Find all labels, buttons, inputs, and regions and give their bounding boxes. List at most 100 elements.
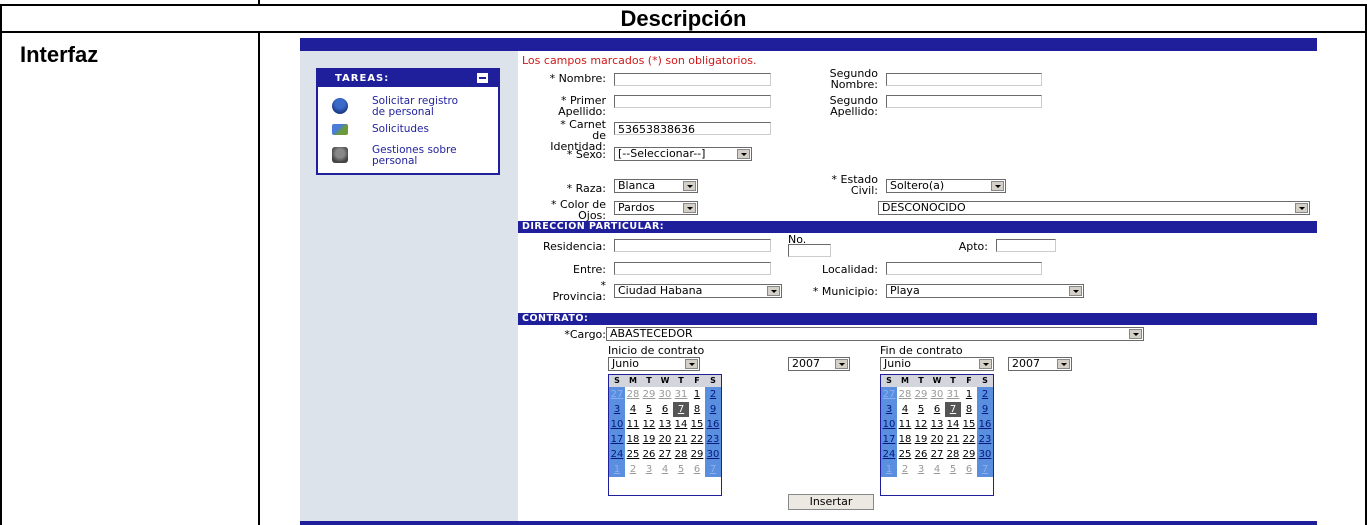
primer-apellido-input[interactable] [614,95,771,108]
calendar-day[interactable]: 7 [673,402,689,417]
calendar-day[interactable]: 3 [609,402,625,417]
calendar-day[interactable]: 31 [945,387,961,402]
provincia-select[interactable]: Ciudad Habana [614,284,782,298]
calendar-day[interactable]: 16 [705,417,721,432]
calendar-day[interactable]: 30 [977,447,993,462]
calendar-day[interactable]: 5 [641,402,657,417]
municipio-select[interactable]: Playa [886,284,1084,298]
minimize-icon[interactable] [477,73,488,83]
calendar-day[interactable]: 1 [961,387,977,402]
calendar-day[interactable]: 29 [641,387,657,402]
fin-year-select[interactable]: 2007 [1008,357,1072,371]
apto-input[interactable] [996,239,1056,252]
raza-select[interactable]: Blanca [614,179,698,193]
calendar-day[interactable]: 13 [929,417,945,432]
calendar-day[interactable]: 27 [881,387,897,402]
calendar-day[interactable]: 5 [913,402,929,417]
calendar-day[interactable]: 24 [609,447,625,462]
calendar-day[interactable]: 25 [625,447,641,462]
calendar-day[interactable]: 12 [641,417,657,432]
sexo-select[interactable]: [--Seleccionar--] [614,147,752,161]
calendar-day[interactable]: 26 [913,447,929,462]
calendar-day[interactable]: 5 [673,462,689,477]
calendar-day[interactable]: 1 [609,462,625,477]
calendar-day[interactable]: 7 [705,462,721,477]
calendar-day[interactable]: 15 [961,417,977,432]
calendar-day[interactable]: 3 [913,462,929,477]
calendar-day[interactable]: 10 [609,417,625,432]
calendar-day[interactable]: 20 [657,432,673,447]
no-input[interactable] [788,244,831,257]
calendar-day[interactable]: 26 [641,447,657,462]
inicio-month-select[interactable]: Junio [608,357,700,371]
cargo-select[interactable]: ABASTECEDOR [606,327,1144,341]
calendar-day[interactable]: 17 [609,432,625,447]
calendar-day[interactable]: 18 [625,432,641,447]
calendar-day[interactable]: 19 [641,432,657,447]
calendar-day[interactable]: 17 [881,432,897,447]
calendar-day[interactable]: 30 [657,387,673,402]
calendar-day[interactable]: 16 [977,417,993,432]
calendar-day[interactable]: 31 [673,387,689,402]
calendar-day[interactable]: 8 [961,402,977,417]
estado-civil-select[interactable]: Soltero(a) [886,179,1006,193]
calendar-day[interactable]: 2 [897,462,913,477]
color-ojos-select[interactable]: Pardos [614,201,698,215]
residencia-input[interactable] [614,239,771,252]
calendar-day[interactable]: 14 [945,417,961,432]
calendar-day[interactable]: 9 [705,402,721,417]
calendar-day[interactable]: 21 [945,432,961,447]
nombre-input[interactable] [614,73,771,86]
calendar-day[interactable]: 28 [897,387,913,402]
calendar-day[interactable]: 4 [929,462,945,477]
calendar-day[interactable]: 2 [705,387,721,402]
calendar-day[interactable]: 15 [689,417,705,432]
calendar-day[interactable]: 19 [913,432,929,447]
calendar-day[interactable]: 29 [961,447,977,462]
calendar-day[interactable]: 4 [897,402,913,417]
calendar-day[interactable]: 29 [689,447,705,462]
calendar-day[interactable]: 13 [657,417,673,432]
calendar-day[interactable]: 30 [705,447,721,462]
calendar-day[interactable]: 30 [929,387,945,402]
calendar-day[interactable]: 9 [977,402,993,417]
entre-input[interactable] [614,262,771,275]
calendar-day[interactable]: 7 [977,462,993,477]
calendar-day[interactable]: 27 [657,447,673,462]
calendar-day[interactable]: 20 [929,432,945,447]
fin-month-select[interactable]: Junio [880,357,994,371]
calendar-day[interactable]: 28 [625,387,641,402]
calendar-day[interactable]: 4 [657,462,673,477]
calendar-day[interactable]: 7 [945,402,961,417]
calendar-day[interactable]: 2 [625,462,641,477]
desconocido-select[interactable]: DESCONOCIDO [878,201,1310,215]
calendar-day[interactable]: 3 [641,462,657,477]
calendar-day[interactable]: 18 [897,432,913,447]
calendar-day[interactable]: 1 [881,462,897,477]
localidad-input[interactable] [886,262,1042,275]
calendar-day[interactable]: 23 [977,432,993,447]
calendar-day[interactable]: 11 [625,417,641,432]
calendar-day[interactable]: 14 [673,417,689,432]
calendar-day[interactable]: 3 [881,402,897,417]
calendar-day[interactable]: 6 [689,462,705,477]
calendar-day[interactable]: 28 [673,447,689,462]
calendar-day[interactable]: 25 [897,447,913,462]
calendar-day[interactable]: 8 [689,402,705,417]
calendar-day[interactable]: 1 [689,387,705,402]
calendar-day[interactable]: 10 [881,417,897,432]
segundo-nombre-input[interactable] [886,73,1042,86]
inicio-year-select[interactable]: 2007 [788,357,850,371]
calendar-day[interactable]: 6 [929,402,945,417]
calendar-day[interactable]: 22 [689,432,705,447]
calendar-day[interactable]: 12 [913,417,929,432]
carnet-input[interactable]: 53653838636 [614,122,771,136]
insertar-button[interactable]: Insertar [788,494,874,510]
segundo-apellido-input[interactable] [886,95,1042,108]
calendar-day[interactable]: 23 [705,432,721,447]
calendar-day[interactable]: 6 [657,402,673,417]
calendar-day[interactable]: 2 [977,387,993,402]
calendar-day[interactable]: 27 [929,447,945,462]
calendar-day[interactable]: 27 [609,387,625,402]
calendar-day[interactable]: 5 [945,462,961,477]
